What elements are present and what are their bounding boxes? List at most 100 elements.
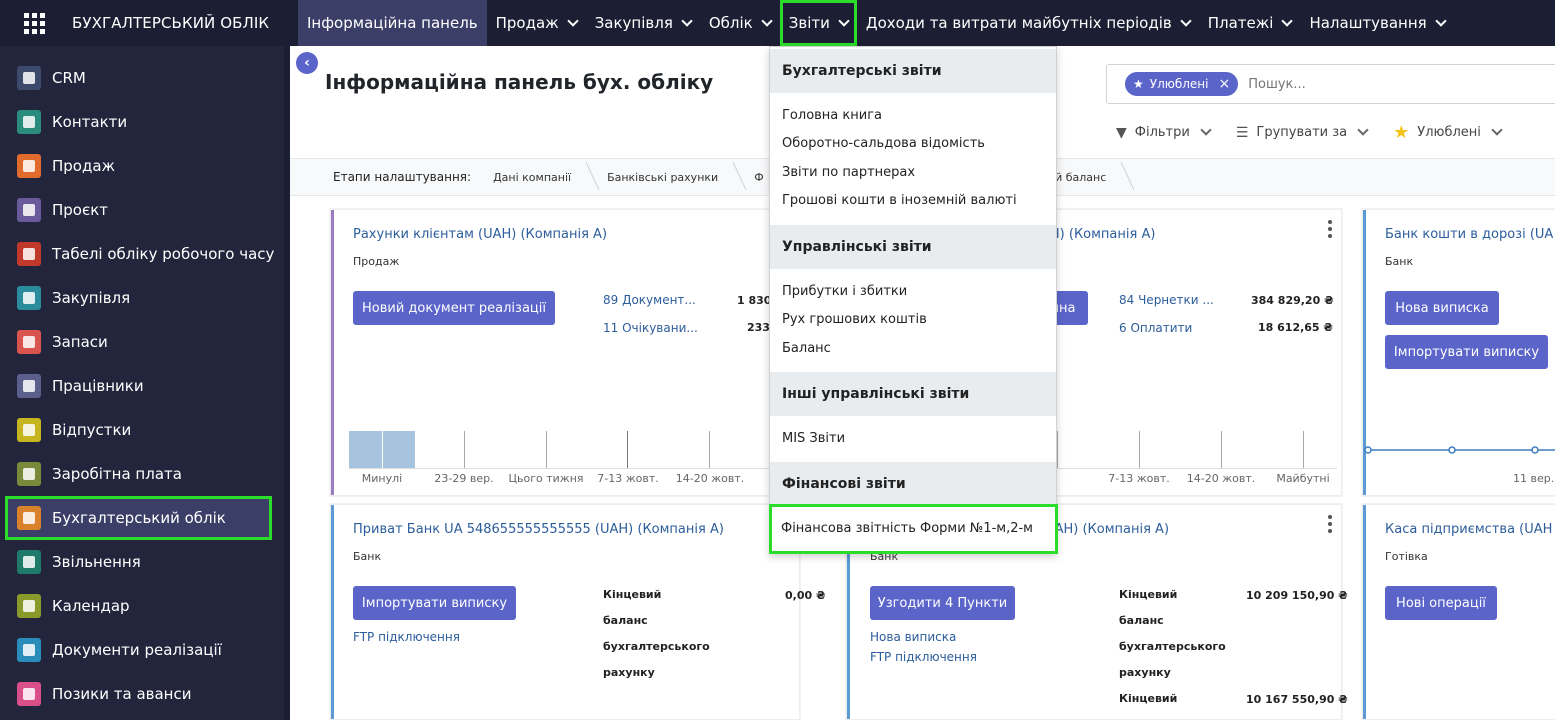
balance-label-line: Кінцевий bbox=[603, 588, 662, 601]
menu-item-mis-reports[interactable]: MIS Звіти bbox=[782, 431, 845, 446]
card-title[interactable]: Приват Банк UA 548655555555555 (UAH) (Ко… bbox=[353, 522, 724, 537]
sidebar-item-employees[interactable]: Працівники bbox=[0, 364, 284, 408]
star-icon: ★ bbox=[1393, 122, 1410, 143]
more-options-icon[interactable] bbox=[1328, 515, 1332, 536]
group-by-button[interactable]: ☰ Групувати за bbox=[1236, 124, 1369, 141]
chevron-down-icon bbox=[567, 14, 579, 27]
sidebar-item-contacts[interactable]: Контакти bbox=[0, 100, 284, 144]
menu-deferred[interactable]: Доходи та витрати майбутніх періодів bbox=[857, 0, 1199, 46]
sidebar-item-payroll[interactable]: Заробітна плата bbox=[0, 452, 284, 496]
new-statement-button[interactable]: Нова виписка bbox=[1385, 291, 1499, 325]
sidebar-item-crm[interactable]: CRM bbox=[0, 56, 284, 100]
app-name[interactable]: БУХГАЛТЕРСЬКИЙ ОБЛІК bbox=[72, 14, 282, 32]
filter-icon: ▼ bbox=[1116, 124, 1127, 141]
sidebar-item-invoices[interactable]: Документи реалізації bbox=[0, 628, 284, 672]
invoices-icon bbox=[17, 638, 41, 662]
x-label: Майбутні bbox=[1276, 472, 1330, 485]
back-icon[interactable]: ‹ bbox=[296, 52, 318, 74]
menu-item-general-ledger[interactable]: Головна книга bbox=[782, 108, 882, 123]
chart-tick bbox=[546, 431, 547, 469]
chevron-down-icon bbox=[1491, 124, 1503, 136]
balance-line-chart bbox=[1364, 446, 1555, 454]
filters-button[interactable]: ▼ Фільтри bbox=[1116, 124, 1212, 141]
ending-balance: 0,00 ₴ bbox=[785, 589, 826, 602]
chart-x-labels: 11 вер. bbox=[1513, 472, 1555, 485]
sidebar-item-sales[interactable]: Продаж bbox=[0, 144, 284, 188]
awaiting-link[interactable]: 11 Очікувани... bbox=[603, 321, 698, 335]
card-title[interactable]: Банк кошти в дорозі (UA bbox=[1385, 227, 1553, 242]
star-icon: ★ bbox=[1133, 77, 1144, 91]
balance-label-line: бухгалтерського bbox=[603, 640, 710, 653]
step-bank[interactable]: Банківські рахунки bbox=[607, 171, 746, 184]
step-company[interactable]: Дані компанії bbox=[493, 171, 599, 184]
chevron-down-icon bbox=[1200, 124, 1212, 136]
documents-amount: 1 830 bbox=[737, 294, 772, 307]
sidebar-item-calendar[interactable]: Календар bbox=[0, 584, 284, 628]
to-pay-link[interactable]: 6 Оплатити bbox=[1119, 321, 1192, 335]
close-icon[interactable]: × bbox=[1218, 76, 1230, 92]
menu-item-trial-balance[interactable]: Оборотно-сальдова відомість bbox=[782, 136, 985, 151]
card-title[interactable]: АН) (Компанія А) bbox=[1041, 227, 1155, 242]
menu-payments[interactable]: Платежі bbox=[1199, 0, 1301, 46]
journal-card-cash: Каса підприємства (UAH Готівка Нові опер… bbox=[1362, 504, 1555, 720]
ftp-connection-link[interactable]: FTP підключення bbox=[353, 630, 460, 644]
inventory-icon bbox=[17, 330, 41, 354]
main-menu: Інформаційна панель Продаж Закупівля Обл… bbox=[298, 0, 1454, 46]
menu-item-financial-statements[interactable]: Фінансова звітність Форми №1-м,2-м bbox=[769, 504, 1058, 554]
new-transactions-button[interactable]: Нові операції bbox=[1385, 586, 1497, 620]
menu-item-foreign-currency[interactable]: Грошові кошти в іноземній валюті bbox=[782, 193, 1017, 208]
menu-reports[interactable]: Звіти bbox=[779, 0, 857, 46]
import-statement-button[interactable]: Імпортувати виписку bbox=[353, 586, 516, 620]
import-statement-button[interactable]: Імпортувати виписку bbox=[1385, 335, 1548, 369]
card-subtitle: Банк bbox=[353, 550, 382, 563]
sidebar-item-accounting[interactable]: Бухгалтерський облік bbox=[5, 496, 272, 540]
balance-label-line: баланс bbox=[603, 614, 648, 627]
card-subtitle: Банк bbox=[1385, 255, 1414, 268]
sidebar-item-dismissal[interactable]: Звільнення bbox=[0, 540, 284, 584]
menu-item-cash-flow[interactable]: Рух грошових коштів bbox=[782, 312, 927, 327]
favorites-button[interactable]: ★ Улюблені bbox=[1393, 122, 1503, 143]
sidebar-item-purchase[interactable]: Закупівля bbox=[0, 276, 284, 320]
more-options-icon[interactable] bbox=[1328, 220, 1332, 241]
reconcile-button[interactable]: Узгодити 4 Пункти bbox=[870, 586, 1015, 620]
dismissal-icon bbox=[17, 550, 41, 574]
ftp-connection-link[interactable]: FTP підключення bbox=[870, 650, 977, 664]
filter-bar: ▼ Фільтри ☰ Групувати за ★ Улюблені bbox=[1116, 122, 1527, 143]
sidebar-item-timeoff[interactable]: Відпустки bbox=[0, 408, 284, 452]
chart-tick bbox=[1303, 431, 1304, 469]
card-title[interactable]: (UAH) (Компанія А) bbox=[1040, 522, 1169, 537]
card-accent bbox=[1363, 505, 1366, 719]
search-bar[interactable]: ★ Улюблені × bbox=[1106, 64, 1555, 104]
to-pay-amount: 18 612,65 ₴ bbox=[1258, 321, 1333, 334]
documents-link[interactable]: 89 Документ... bbox=[603, 293, 696, 307]
chevron-down-icon bbox=[1357, 124, 1369, 136]
menu-item-partner-ledger[interactable]: Звіти по партнерах bbox=[782, 165, 915, 180]
drafts-link[interactable]: 84 Чернетки ... bbox=[1119, 293, 1214, 307]
search-input[interactable] bbox=[1248, 76, 1399, 92]
card-title[interactable]: Рахунки клієнтам (UAH) (Компанія А) bbox=[353, 227, 607, 242]
apps-menu-icon[interactable] bbox=[24, 10, 50, 36]
menu-purchase[interactable]: Закупівля bbox=[586, 0, 700, 46]
menu-item-balance-sheet[interactable]: Баланс bbox=[782, 341, 831, 356]
sidebar-item-project[interactable]: Проєкт bbox=[0, 188, 284, 232]
menu-sales[interactable]: Продаж bbox=[487, 0, 586, 46]
setup-steps-label: Етапи налаштування: bbox=[333, 170, 472, 184]
sidebar-item-loans[interactable]: Позики та аванси bbox=[0, 672, 284, 716]
awaiting-amount: 233 bbox=[747, 321, 770, 334]
new-statement-link[interactable]: Нова виписка bbox=[870, 630, 956, 644]
card-subtitle: Готівка bbox=[1385, 550, 1428, 563]
chart-baseline bbox=[1047, 468, 1337, 469]
card-title[interactable]: Каса підприємства (UAH bbox=[1385, 522, 1552, 537]
search-facet[interactable]: ★ Улюблені × bbox=[1125, 72, 1239, 96]
sidebar-item-timesheets[interactable]: Табелі обліку робочого часу bbox=[0, 232, 284, 276]
menu-settings[interactable]: Налаштування bbox=[1300, 0, 1453, 46]
journal-card-customer-invoices: Рахунки клієнтам (UAH) (Компанія А) Прод… bbox=[330, 209, 800, 496]
menu-accounting[interactable]: Облік bbox=[700, 0, 780, 46]
contacts-icon bbox=[17, 110, 41, 134]
menu-item-profit-loss[interactable]: Прибутки і збитки bbox=[782, 284, 907, 299]
calendar-icon bbox=[17, 594, 41, 618]
sidebar-item-inventory[interactable]: Запаси bbox=[0, 320, 284, 364]
loans-icon bbox=[17, 682, 41, 706]
new-invoice-button[interactable]: Новий документ реалізації bbox=[353, 291, 555, 325]
menu-dashboard[interactable]: Інформаційна панель bbox=[298, 0, 487, 46]
